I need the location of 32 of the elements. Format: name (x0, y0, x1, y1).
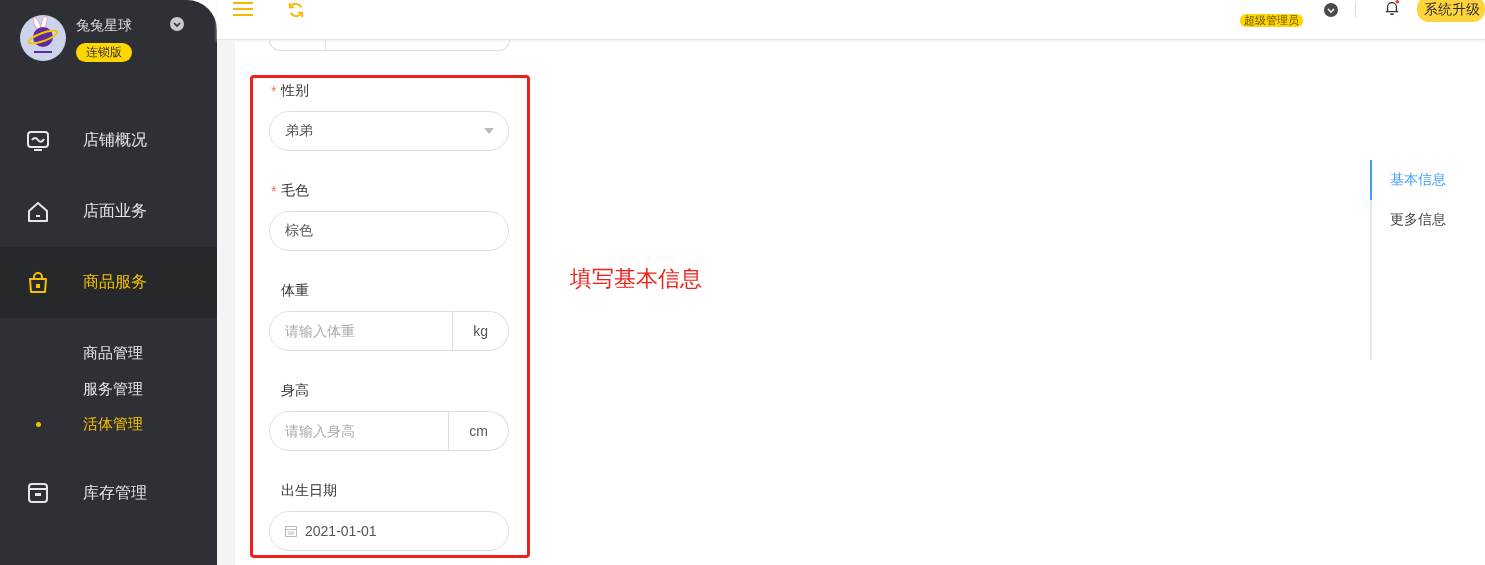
anchor-link[interactable]: 更多信息 (1370, 200, 1485, 240)
submenu-item[interactable]: 活体管理 (0, 407, 217, 443)
chevron-down-icon[interactable] (170, 17, 184, 31)
required-mark: * (271, 183, 277, 199)
submenu-item[interactable]: 服务管理 (0, 371, 217, 407)
required-mark: * (271, 83, 277, 99)
field-label: 出生日期 (281, 482, 337, 500)
menu-item[interactable]: 店铺概况 (0, 105, 217, 176)
menu-item[interactable]: 店面业务 (0, 176, 217, 247)
chevron-down-icon[interactable] (1324, 3, 1338, 17)
caret-icon (484, 128, 494, 134)
bag-icon (26, 270, 50, 295)
upgrade-button[interactable]: 系统升级 (1417, 0, 1485, 22)
edition-badge: 连锁版 (76, 43, 132, 62)
field-label: 毛色 (281, 182, 309, 200)
archive-box-icon (26, 481, 50, 505)
input-field[interactable]: 请输入身高 (269, 411, 450, 451)
field-label: 性别 (281, 82, 309, 100)
annotation-text: 填写基本信息 (570, 265, 702, 293)
field-label: 体重 (281, 282, 309, 300)
field-label: 身高 (281, 382, 309, 400)
menu-item[interactable]: 商品服务 (0, 247, 217, 318)
house-icon (26, 199, 50, 224)
monitor-icon (26, 128, 50, 153)
bell-icon[interactable] (1384, 0, 1400, 16)
calendar-icon (285, 525, 297, 537)
planet-logo-icon (20, 15, 66, 61)
input-field[interactable]: 请输入体重 (269, 311, 454, 351)
shop-name: 兔兔星球 (76, 16, 132, 34)
submenu-item[interactable]: 商品管理 (0, 336, 217, 372)
role-badge: 超级管理员 (1240, 14, 1303, 27)
menu-item[interactable]: 库存管理 (0, 457, 217, 529)
